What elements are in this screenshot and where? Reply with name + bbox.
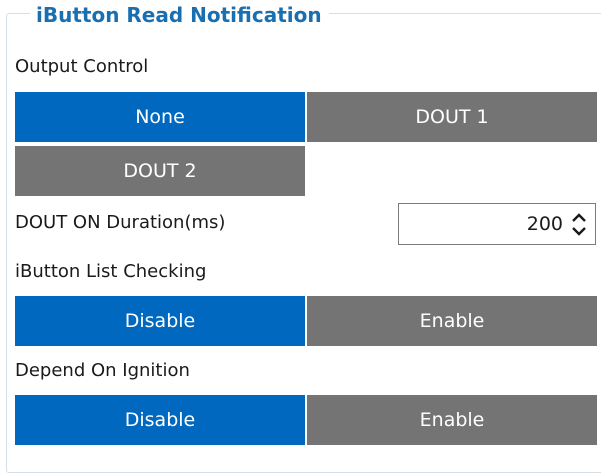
output-control-dout2-button[interactable]: DOUT 2 <box>15 146 305 196</box>
spin-arrows[interactable] <box>569 204 595 244</box>
dout-duration-spinbox[interactable]: 200 <box>398 203 596 245</box>
output-control-label: Output Control <box>15 56 149 77</box>
group-title: iButton Read Notification <box>30 0 329 30</box>
dout-duration-value: 200 <box>526 213 563 235</box>
depend-on-ignition-label: Depend On Ignition <box>15 360 190 381</box>
ignition-enable-button[interactable]: Enable <box>307 395 597 445</box>
output-control-none-button[interactable]: None <box>15 92 305 142</box>
list-checking-disable-button[interactable]: Disable <box>15 296 305 346</box>
list-checking-enable-button[interactable]: Enable <box>307 296 597 346</box>
ibutton-list-checking-label: iButton List Checking <box>15 261 207 282</box>
ignition-disable-button[interactable]: Disable <box>15 395 305 445</box>
chevron-up-icon[interactable] <box>571 213 587 223</box>
output-control-dout1-button[interactable]: DOUT 1 <box>307 92 597 142</box>
chevron-down-icon[interactable] <box>571 226 587 236</box>
dout-duration-label: DOUT ON Duration(ms) <box>15 212 226 233</box>
